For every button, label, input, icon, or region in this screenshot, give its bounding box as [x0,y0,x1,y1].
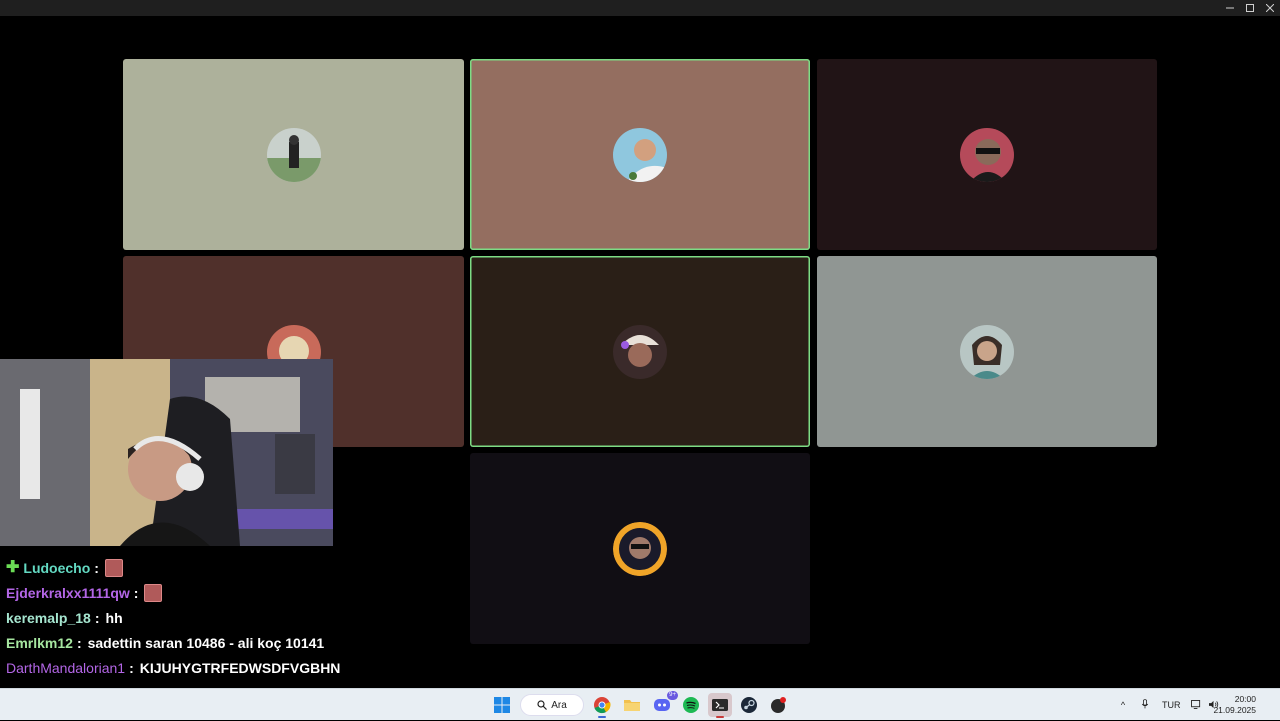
windows-logo-icon [494,697,510,713]
system-tray: ^ TUR [1116,689,1219,721]
discord-app[interactable]: 9+ [650,691,678,717]
chat-text: sadettin saran 10486 - ali koç 10141 [87,635,325,651]
emote-icon [104,559,123,577]
window-controls [1220,0,1280,16]
chat-separator: : [94,610,100,626]
steam-icon [741,697,757,713]
participant-tile[interactable] [470,256,810,447]
file-explorer-app[interactable] [620,693,644,717]
participant-avatar [613,324,667,379]
microphone-icon[interactable] [1138,699,1152,711]
chat-username: Ejderkralxx1111qw [6,585,130,601]
chrome-icon [594,697,611,714]
language-indicator[interactable]: TUR [1162,700,1181,710]
taskbar: Ara 9+ ^ TUR 20:00 21.09.2025 [0,688,1280,720]
participant-avatar [266,127,321,182]
participant-tile[interactable] [470,453,810,644]
clock-date: 21.09.2025 [1213,705,1256,715]
clock-time: 20:00 [1234,694,1256,704]
chat-separator: : [76,635,82,651]
terminal-app[interactable] [708,693,732,718]
chat-message: ✚ Ludoecho : [6,557,123,579]
chrome-app[interactable] [590,693,614,718]
plus-badge-icon: ✚ [6,559,20,576]
chat-message: keremalp_18 : hh [6,607,123,629]
taskbar-clock[interactable]: 20:00 21.09.2025 [1213,694,1256,716]
chat-username: Ludoecho [23,560,91,576]
spotify-app[interactable] [679,693,703,717]
active-indicator [716,716,724,718]
participant-tile[interactable] [817,59,1157,250]
search-icon [537,700,548,710]
chat-username: Emrlkm12 [6,635,73,651]
chat-separator: : [94,560,99,576]
call-window: ✚ Ludoecho : Ejderkralxx1111qw : keremal… [0,0,1280,688]
taskbar-search[interactable]: Ara [520,694,584,716]
generic-app[interactable] [766,693,790,717]
spotify-icon [683,697,699,713]
discord-badge: 9+ [667,691,678,700]
participant-avatar [613,521,667,576]
folder-icon [624,700,640,711]
search-label: Ara [551,699,567,711]
close-button[interactable] [1260,0,1280,16]
minimize-icon [1226,7,1234,9]
active-indicator [598,716,606,718]
participant-avatar [613,127,667,182]
webcam-overlay [0,359,333,546]
chat-username: DarthMandalorian1 [6,660,126,676]
minimize-button[interactable] [1220,0,1240,16]
maximize-icon [1246,4,1254,12]
steam-app[interactable] [737,693,761,717]
chat-username: keremalp_18 [6,610,91,626]
emote-icon [144,584,163,602]
participant-tile[interactable] [123,59,464,250]
chat-text: hh [105,610,123,626]
participant-tile[interactable] [817,256,1157,447]
maximize-button[interactable] [1240,0,1260,16]
chat-separator: : [133,585,139,601]
participant-tile[interactable] [470,59,810,250]
chat-message: Ejderkralxx1111qw : [6,582,163,604]
title-bar [0,0,1280,16]
participant-avatar [960,127,1014,182]
chat-message: DarthMandalorian1 : KIJUHYGTRFEDWSDFVGBH… [6,657,340,679]
participant-avatar [960,324,1014,379]
app-icon [771,697,786,713]
start-button[interactable] [490,693,514,717]
chevron-up-icon[interactable]: ^ [1116,700,1130,710]
chat-message: Emrlkm12 : sadettin saran 10486 - ali ko… [6,632,324,654]
network-icon[interactable] [1190,699,1202,711]
terminal-icon [712,699,728,711]
close-icon [1265,3,1275,13]
chat-text: KIJUHYGTRFEDWSDFVGBHN [139,660,341,676]
chat-separator: : [129,660,134,676]
